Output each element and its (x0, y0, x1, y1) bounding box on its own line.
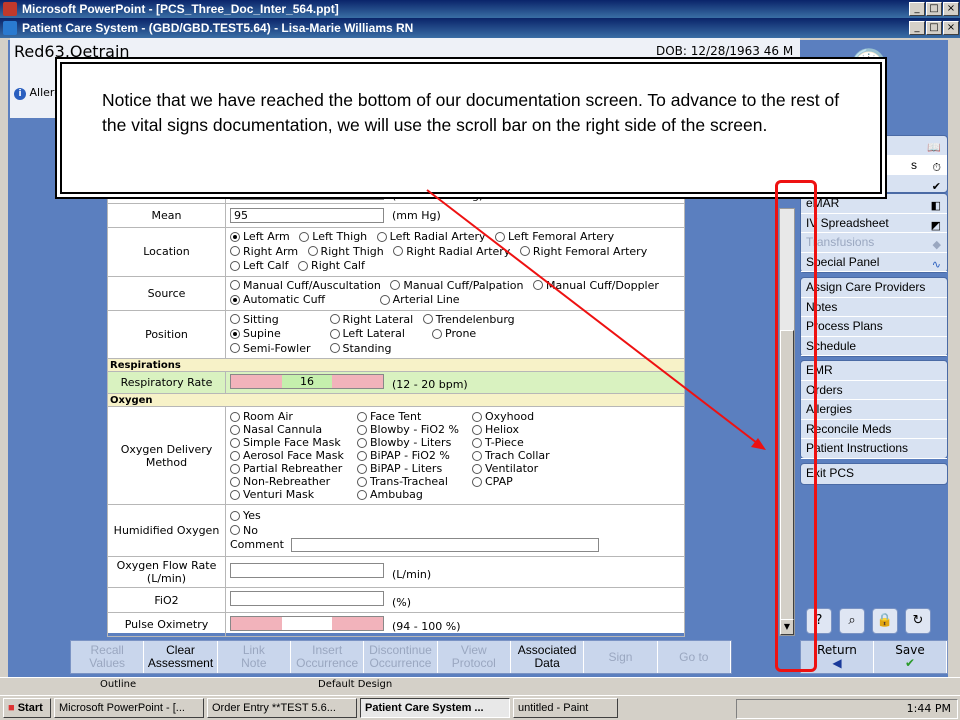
pointer-arrow (426, 189, 766, 450)
